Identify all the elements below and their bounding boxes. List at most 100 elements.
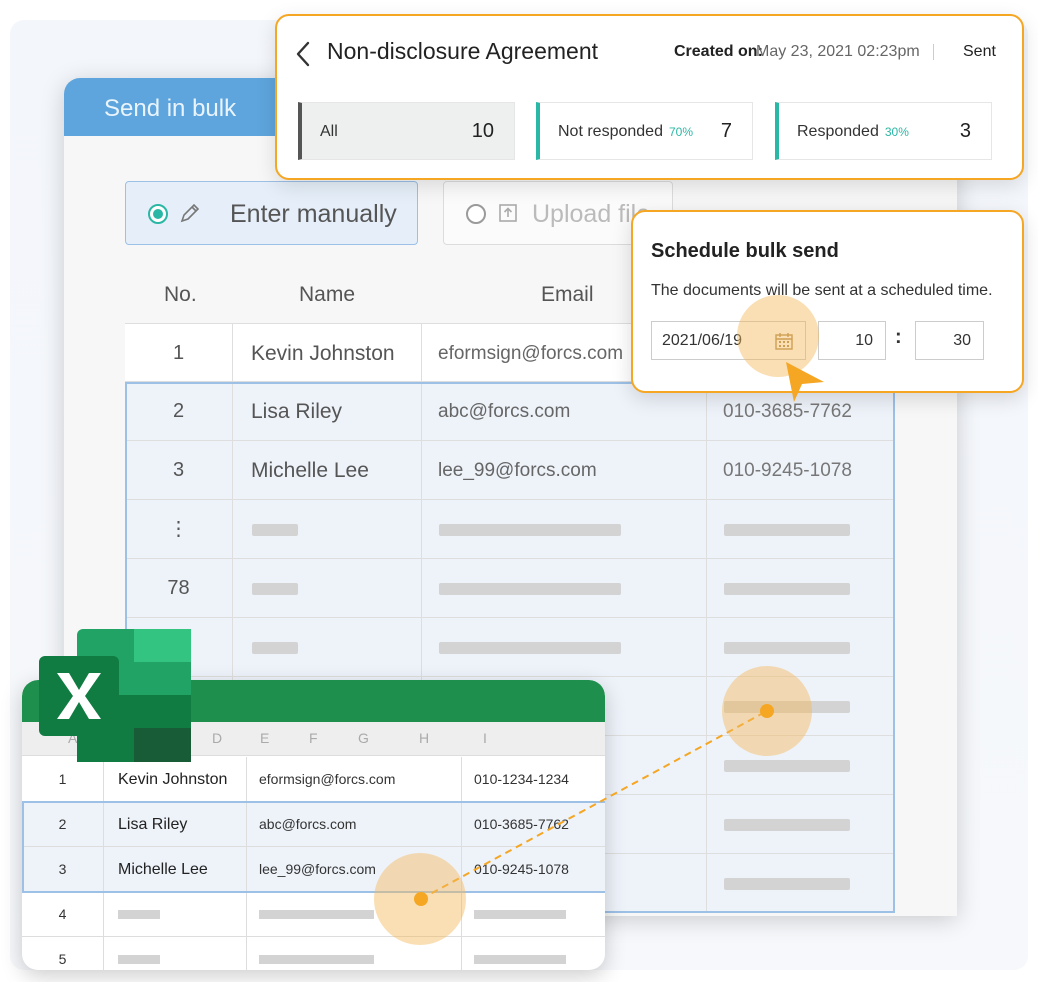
- table-row[interactable]: 78: [125, 559, 895, 618]
- row-email[interactable]: [422, 559, 707, 618]
- row-name[interactable]: [233, 559, 422, 618]
- excel-row[interactable]: 1 Kevin Johnston eformsign@forcs.com 010…: [22, 757, 605, 802]
- excel-cell-email[interactable]: abc@forcs.com: [247, 802, 462, 847]
- row-phone[interactable]: [707, 618, 895, 677]
- upload-icon: [499, 204, 517, 222]
- row-phone[interactable]: [707, 854, 895, 913]
- time-separator: :: [895, 326, 902, 348]
- stat-count: 10: [471, 120, 494, 142]
- enter-manually-label: Enter manually: [230, 200, 397, 228]
- excel-cell-name[interactable]: Michelle Lee: [104, 847, 247, 892]
- excel-cell-phone[interactable]: 010-9245-1078: [462, 847, 605, 892]
- placeholder-bar: [474, 910, 566, 919]
- row-name[interactable]: [233, 618, 422, 677]
- row-phone[interactable]: [707, 736, 895, 795]
- placeholder-bar: [259, 910, 374, 919]
- send-in-bulk-title: Send in bulk: [104, 95, 237, 122]
- schedule-date-value: 2021/06/19: [662, 332, 743, 349]
- row-name[interactable]: Lisa Riley: [233, 382, 422, 441]
- placeholder-bar: [724, 524, 850, 536]
- enter-manually-option[interactable]: Enter manually: [125, 181, 418, 245]
- row-number: 3: [125, 441, 233, 500]
- schedule-hour-input[interactable]: 10: [818, 321, 886, 360]
- stat-tab-all[interactable]: All 10: [298, 102, 515, 160]
- column-letter: H: [419, 730, 430, 746]
- stat-percent: 70%: [668, 125, 693, 139]
- excel-row-number: 5: [22, 937, 104, 970]
- placeholder-bar: [439, 583, 621, 595]
- column-header-email: Email: [541, 283, 594, 306]
- placeholder-bar: [118, 955, 160, 964]
- excel-row-number: 3: [22, 847, 104, 892]
- stat-tab-responded[interactable]: Responded 30% 3: [775, 102, 992, 160]
- placeholder-bar: [439, 642, 621, 654]
- excel-row[interactable]: 3 Michelle Lee lee_99@forcs.com 010-9245…: [22, 847, 605, 892]
- row-number: 78: [125, 559, 233, 618]
- column-letter: G: [358, 730, 369, 746]
- column-letter: D: [212, 730, 223, 746]
- excel-row-number: 1: [22, 757, 104, 802]
- placeholder-bar: [724, 583, 850, 595]
- row-phone[interactable]: [707, 795, 895, 854]
- row-phone[interactable]: 010-9245-1078: [707, 441, 895, 500]
- row-phone[interactable]: [707, 500, 895, 559]
- row-email[interactable]: [422, 500, 707, 559]
- schedule-minute-input[interactable]: 30: [915, 321, 984, 360]
- stat-percent: 30%: [884, 125, 909, 139]
- schedule-hour-value: 10: [855, 332, 873, 349]
- column-letter: F: [309, 730, 318, 746]
- placeholder-bar: [724, 878, 850, 890]
- header-divider: [933, 44, 934, 60]
- excel-cell-phone[interactable]: 010-1234-1234: [462, 757, 605, 802]
- row-name[interactable]: Kevin Johnston: [233, 324, 422, 383]
- excel-cell-email[interactable]: eformsign@forcs.com: [247, 757, 462, 802]
- excel-cell-phone[interactable]: [462, 892, 605, 937]
- row-email[interactable]: lee_99@forcs.com: [422, 441, 707, 500]
- schedule-description: The documents will be sent at a schedule…: [651, 282, 993, 299]
- column-letter: I: [483, 730, 487, 746]
- excel-cell-phone[interactable]: [462, 937, 605, 970]
- excel-row[interactable]: 5: [22, 937, 605, 970]
- placeholder-bar: [118, 910, 160, 919]
- created-on-date: May 23, 2021 02:23pm: [756, 43, 920, 60]
- excel-cell-name[interactable]: Lisa Riley: [104, 802, 247, 847]
- row-phone[interactable]: [707, 559, 895, 618]
- row-email[interactable]: [422, 618, 707, 677]
- cursor-pointer-icon: [786, 362, 824, 402]
- excel-row[interactable]: 2 Lisa Riley abc@forcs.com 010-3685-7762: [22, 802, 605, 847]
- row-name[interactable]: [233, 500, 422, 559]
- excel-logo-icon: [39, 629, 191, 762]
- placeholder-bar: [724, 819, 850, 831]
- excel-row[interactable]: 4: [22, 892, 605, 937]
- stat-label: Responded: [797, 123, 879, 140]
- excel-cell-name[interactable]: [104, 937, 247, 970]
- stat-label-wrap: Responded 30%: [797, 123, 909, 141]
- row-number: 2: [125, 382, 233, 441]
- stat-label-wrap: Not responded 70%: [558, 123, 693, 141]
- agreement-status-card: Non-disclosure Agreement Created on: May…: [275, 14, 1024, 180]
- excel-cell-phone[interactable]: 010-3685-7762: [462, 802, 605, 847]
- created-on-label: Created on:: [674, 43, 763, 60]
- stat-label: Not responded: [558, 123, 663, 140]
- upload-file-radio[interactable]: [466, 204, 486, 224]
- schedule-minute-value: 30: [953, 332, 971, 349]
- excel-cell-name[interactable]: Kevin Johnston: [104, 757, 247, 802]
- connector-dot: [760, 704, 774, 718]
- document-title: Non-disclosure Agreement: [327, 38, 599, 64]
- row-name[interactable]: Michelle Lee: [233, 441, 422, 500]
- back-arrow-icon[interactable]: [295, 40, 311, 68]
- stat-label: All: [320, 123, 338, 140]
- placeholder-bar: [252, 642, 298, 654]
- placeholder-bar: [724, 642, 850, 654]
- placeholder-bar: [439, 524, 621, 536]
- schedule-title: Schedule bulk send: [651, 240, 839, 262]
- row-number: 1: [125, 324, 233, 383]
- document-status: Sent: [963, 43, 996, 60]
- stat-tab-not-responded[interactable]: Not responded 70% 7: [536, 102, 753, 160]
- excel-cell-name[interactable]: [104, 892, 247, 937]
- table-row[interactable]: 3 Michelle Lee lee_99@forcs.com 010-9245…: [125, 441, 895, 500]
- placeholder-bar: [252, 583, 298, 595]
- enter-manually-radio[interactable]: [148, 204, 168, 224]
- table-row[interactable]: ⋮: [125, 500, 895, 559]
- stat-count: 7: [720, 120, 732, 142]
